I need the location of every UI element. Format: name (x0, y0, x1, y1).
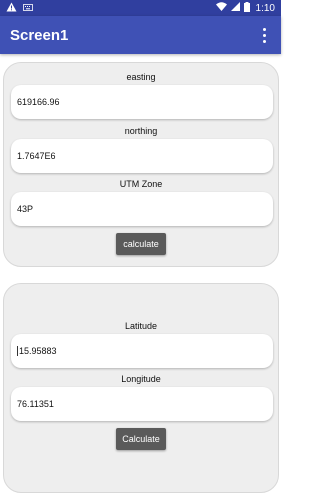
easting-value: 619166.96 (17, 97, 60, 107)
longitude-label: Longitude (121, 374, 161, 384)
longitude-value: 76.11351 (17, 399, 54, 409)
latitude-label: Latitude (124, 321, 158, 331)
status-time: 1:10 (255, 2, 275, 14)
utm-zone-label: UTM Zone (119, 179, 163, 189)
easting-field[interactable]: 619166.96 (11, 85, 273, 119)
calculate-utm-button[interactable]: Calculate (116, 428, 166, 450)
app-title: Screen1 (10, 26, 69, 44)
longitude-field[interactable]: 76.11351 (11, 387, 273, 421)
utm-input-card: easting 619166.96 northing 1.7647E6 UTM … (3, 62, 279, 267)
app-bar: Screen1 (0, 16, 281, 54)
keyboard-icon (23, 3, 33, 14)
northing-field[interactable]: 1.7647E6 (11, 139, 273, 173)
calculate-latlon-button[interactable]: calculate (116, 233, 166, 255)
utm-zone-value: 43P (17, 204, 34, 214)
latlon-input-card: Latitude 15.95883 Longitude 76.11351 Cal… (3, 283, 279, 493)
warning-icon (6, 2, 17, 15)
wifi-icon (215, 2, 227, 14)
northing-value: 1.7647E6 (17, 151, 56, 161)
more-vert-icon[interactable] (257, 25, 271, 45)
utm-zone-field[interactable]: 43P (11, 192, 273, 226)
latitude-value: 15.95883 (19, 346, 57, 356)
latitude-field[interactable]: 15.95883 (11, 334, 273, 368)
status-bar: 1:10 (0, 0, 281, 16)
signal-icon (230, 2, 240, 14)
easting-label: easting (126, 72, 156, 82)
status-right-icons: 1:10 (215, 1, 275, 15)
battery-icon (243, 1, 250, 15)
text-cursor (17, 346, 18, 356)
status-left-icons (6, 2, 33, 15)
northing-label: northing (124, 126, 158, 136)
